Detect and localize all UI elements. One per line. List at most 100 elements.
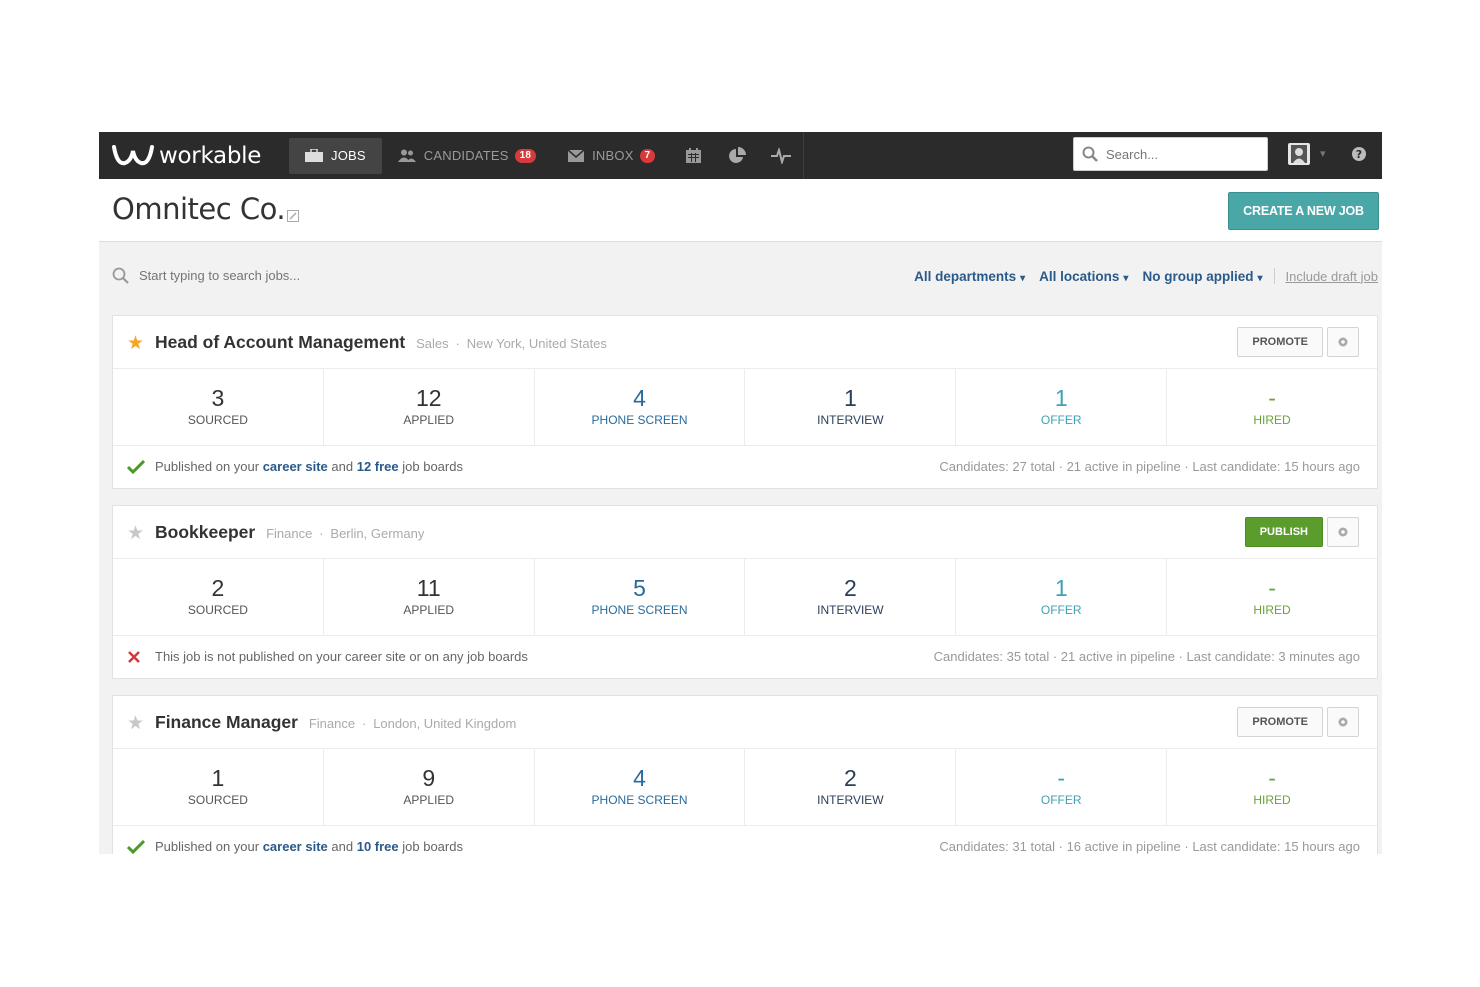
main-nav: JOBS CANDIDATES 18 INBOX 7 [289,132,805,179]
filter-bar: All departments▾ All locations▾ No group… [99,242,1382,314]
nav-activity[interactable] [759,132,803,179]
check-icon [127,839,147,854]
top-navigation-bar: workable JOBS CANDIDATES 18 INBOX 7 Sear… [99,132,1382,179]
nav-inbox-label: INBOX [592,148,634,163]
meta-separator: · [319,526,324,541]
stage-phone-screen[interactable]: 5 PHONE SCREEN [535,559,746,635]
stage-sourced[interactable]: 3 SOURCED [113,369,324,445]
job-department: Sales [416,336,449,351]
create-job-button[interactable]: CREATE A NEW JOB [1228,192,1379,230]
workable-logo-icon [112,144,154,165]
stage-hired[interactable]: - HIRED [1167,749,1377,825]
nav-jobs[interactable]: JOBS [289,137,382,174]
location-filter-label: All locations [1039,268,1120,284]
job-title[interactable]: Finance Manager [155,712,298,732]
calendar-icon [685,148,701,163]
stage-hired[interactable]: - HIRED [1167,559,1377,635]
job-settings-button[interactable] [1327,707,1359,737]
stage-count: - [1268,385,1276,411]
career-site-link[interactable]: career site [263,839,328,854]
stage-count: 12 [415,385,442,411]
svg-text:?: ? [1356,148,1362,161]
chevron-down-icon: ▾ [1020,272,1026,284]
stage-interview[interactable]: 2 INTERVIEW [745,559,957,635]
stage-count: - [1268,575,1276,601]
stage-hired[interactable]: - HIRED [1167,369,1377,445]
candidate-summary: Candidates: 27 total · 21 active in pipe… [939,459,1360,474]
nav-jobs-label: JOBS [331,148,366,163]
job-card-header: ★ Bookkeeper Finance · Berlin, Germany P… [113,506,1377,559]
job-title[interactable]: Head of Account Management [155,332,405,352]
help-icon[interactable]: ? [1350,145,1368,168]
candidates-count-badge: 18 [514,148,537,163]
stage-count: 4 [633,765,646,791]
job-boards-link[interactable]: 10 free [357,839,399,854]
department-filter[interactable]: All departments ▾ [914,269,1025,284]
promote-button[interactable]: PROMOTE [1237,327,1323,357]
job-title-line: Head of Account Management Sales · New Y… [155,332,607,353]
publish-status: Published on your career site and 12 fre… [127,459,463,474]
stage-count: 3 [211,385,225,411]
stage-applied[interactable]: 9 APPLIED [324,749,535,825]
job-filters: All departments ▾ All locations ▾ No group… [900,268,1378,284]
stage-sourced[interactable]: 2 SOURCED [113,559,324,635]
envelope-icon [568,149,585,162]
stage-interview[interactable]: 1 INTERVIEW [745,369,957,445]
job-title[interactable]: Bookkeeper [155,522,255,542]
cross-icon [127,650,147,664]
job-department: Finance [308,716,356,731]
stage-interview[interactable]: 2 INTERVIEW [745,749,957,825]
promote-button[interactable]: PROMOTE [1237,707,1323,737]
stage-label: OFFER [1040,793,1082,807]
include-draft-toggle[interactable]: Include draft job [1285,269,1378,284]
group-filter[interactable]: No group applied ▾ [1142,269,1262,284]
star-icon[interactable]: ★ [127,712,144,735]
job-settings-button[interactable] [1327,517,1359,547]
activity-icon [771,147,792,164]
pipeline-stats: 2 SOURCED 11 APPLIED 5 PHONE SCREEN 2 INTERV… [113,559,1377,636]
stage-offer[interactable]: - OFFER [956,749,1168,825]
stage-applied[interactable]: 11 APPLIED [324,559,535,635]
job-card-header: ★ Head of Account Management Sales · New… [113,316,1377,369]
edit-icon[interactable] [287,209,299,227]
star-icon[interactable]: ★ [127,332,144,355]
candidate-summary: Candidates: 35 total · 21 active in pipe… [933,649,1360,664]
job-search-input[interactable] [137,267,361,284]
briefcase-icon [305,149,323,162]
brand-logo[interactable]: workable [111,143,289,169]
publish-button[interactable]: PUBLISH [1244,517,1323,547]
stage-sourced[interactable]: 1 SOURCED [113,749,324,825]
meta-separator: · [455,336,460,351]
stage-phone-screen[interactable]: 4 PHONE SCREEN [535,749,746,825]
publish-text: Published on your [155,839,260,854]
stage-applied[interactable]: 12 APPLIED [324,369,535,445]
publish-text: This job is not published on your career… [155,649,528,664]
stage-offer[interactable]: 1 OFFER [956,369,1168,445]
job-boards-link[interactable]: 12 free [357,459,399,474]
chevron-down-icon[interactable]: ▾ [1320,147,1326,160]
nav-inbox[interactable]: INBOX 7 [552,138,671,174]
location-filter[interactable]: All locations ▾ [1039,269,1128,284]
global-search-input[interactable] [1104,145,1258,163]
nav-divider [803,132,805,179]
stage-offer[interactable]: 1 OFFER [956,559,1168,635]
job-department: Finance [266,526,313,541]
stage-count: 11 [416,575,441,601]
pipeline-stats: 1 SOURCED 9 APPLIED 4 PHONE SCREEN 2 INTERVI… [113,749,1377,826]
star-icon[interactable]: ★ [127,522,144,545]
stage-phone-screen[interactable]: 4 PHONE SCREEN [535,369,746,445]
job-search[interactable] [112,267,361,284]
nav-calendar[interactable] [671,132,715,179]
career-site-link[interactable]: career site [263,459,328,474]
job-card: ★ Finance Manager Finance · London, Unit… [112,695,1378,854]
global-search[interactable] [1073,137,1268,171]
user-avatar[interactable] [1288,143,1310,165]
nav-reports[interactable] [715,132,759,179]
page-title: Omnitec Co. [112,192,286,226]
search-icon [112,267,129,284]
stage-count: 2 [844,765,857,791]
job-settings-button[interactable] [1327,327,1359,357]
stage-count: 1 [844,385,857,411]
nav-candidates[interactable]: CANDIDATES 18 [382,138,552,174]
candidate-summary: Candidates: 31 total · 16 active in pipe… [939,839,1360,854]
